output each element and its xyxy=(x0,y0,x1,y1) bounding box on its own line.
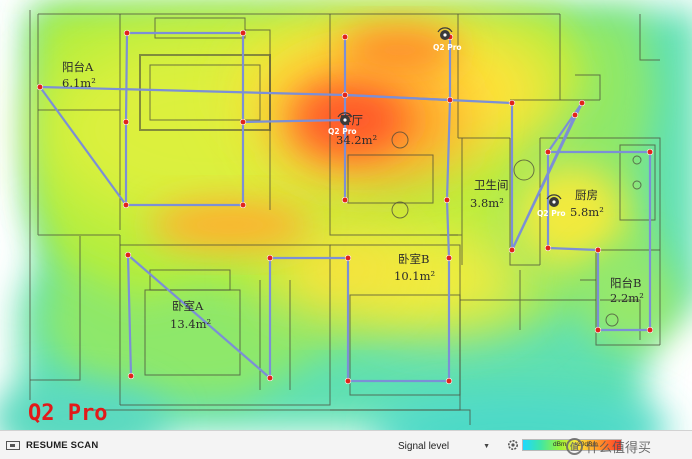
room-area-label: 5.8m² xyxy=(570,205,604,219)
scan-icon xyxy=(6,440,20,450)
room-name-label: 卧室A xyxy=(172,299,204,313)
survey-point[interactable] xyxy=(344,377,352,385)
survey-point[interactable] xyxy=(446,96,454,104)
survey-point[interactable] xyxy=(571,111,579,119)
room-name-label: 阳台B xyxy=(610,276,641,290)
bottom-toolbar: RESUME SCAN Signal level ▼ dBm -20dBm 值 … xyxy=(0,430,692,459)
survey-app: 阳台A 6.1m² 客厅 34.2m² 卫生间 3.8m² 厨房 5.8m² 卧… xyxy=(0,0,692,459)
survey-point[interactable] xyxy=(266,254,274,262)
survey-point[interactable] xyxy=(124,251,132,259)
survey-point[interactable] xyxy=(646,148,654,156)
room-name-label: 厨房 xyxy=(575,188,598,202)
survey-point[interactable] xyxy=(341,91,349,99)
view-mode-value: Signal level xyxy=(398,440,450,452)
survey-point[interactable] xyxy=(123,29,131,37)
brand-label: Q2 Pro xyxy=(28,401,107,426)
survey-point[interactable] xyxy=(341,33,349,41)
access-point-label: Q2 Pro xyxy=(433,43,462,52)
view-mode-dropdown[interactable]: Signal level ▼ xyxy=(398,439,490,453)
survey-point[interactable] xyxy=(508,246,516,254)
room-area-label: 3.8m² xyxy=(470,196,504,210)
room-area-label: 10.1m² xyxy=(394,269,435,283)
survey-point[interactable] xyxy=(508,99,516,107)
resume-scan-button[interactable]: RESUME SCAN xyxy=(6,438,98,452)
survey-point[interactable] xyxy=(266,374,274,382)
room-name-label: 阳台A xyxy=(62,60,94,74)
chevron-down-icon: ▼ xyxy=(483,442,490,450)
room-area-label: 2.2m² xyxy=(610,291,644,305)
survey-point[interactable] xyxy=(239,29,247,37)
access-point-label: Q2 Pro xyxy=(537,209,566,218)
survey-point[interactable] xyxy=(341,196,349,204)
survey-point[interactable] xyxy=(594,246,602,254)
access-point-label: Q2 Pro xyxy=(328,127,357,136)
watermark-logo: 值 什么值得买 xyxy=(566,436,651,456)
survey-point[interactable] xyxy=(578,99,586,107)
resume-scan-label: RESUME SCAN xyxy=(26,439,99,451)
survey-point[interactable] xyxy=(122,201,130,209)
survey-point[interactable] xyxy=(127,372,135,380)
watermark-logo-mark: 值 xyxy=(566,437,583,455)
survey-point[interactable] xyxy=(544,244,552,252)
survey-point[interactable] xyxy=(646,326,654,334)
survey-point[interactable] xyxy=(239,118,247,126)
heatmap-canvas: 阳台A 6.1m² 客厅 34.2m² 卫生间 3.8m² 厨房 5.8m² 卧… xyxy=(0,0,692,430)
survey-point[interactable] xyxy=(36,83,44,91)
survey-point[interactable] xyxy=(443,196,451,204)
room-name-label: 卫生间 xyxy=(474,178,509,192)
room-area-label: 13.4m² xyxy=(170,317,211,331)
survey-point[interactable] xyxy=(445,254,453,262)
survey-point[interactable] xyxy=(594,326,602,334)
survey-point[interactable] xyxy=(544,148,552,156)
survey-point[interactable] xyxy=(122,118,130,126)
room-name-label: 卧室B xyxy=(398,252,429,266)
gear-icon[interactable] xyxy=(506,438,520,452)
survey-point[interactable] xyxy=(344,254,352,262)
survey-point[interactable] xyxy=(445,377,453,385)
room-area-label: 6.1m² xyxy=(62,76,96,90)
legend-low-label: dBm xyxy=(553,441,567,448)
watermark-text: 什么值得买 xyxy=(586,439,652,455)
survey-point[interactable] xyxy=(239,201,247,209)
